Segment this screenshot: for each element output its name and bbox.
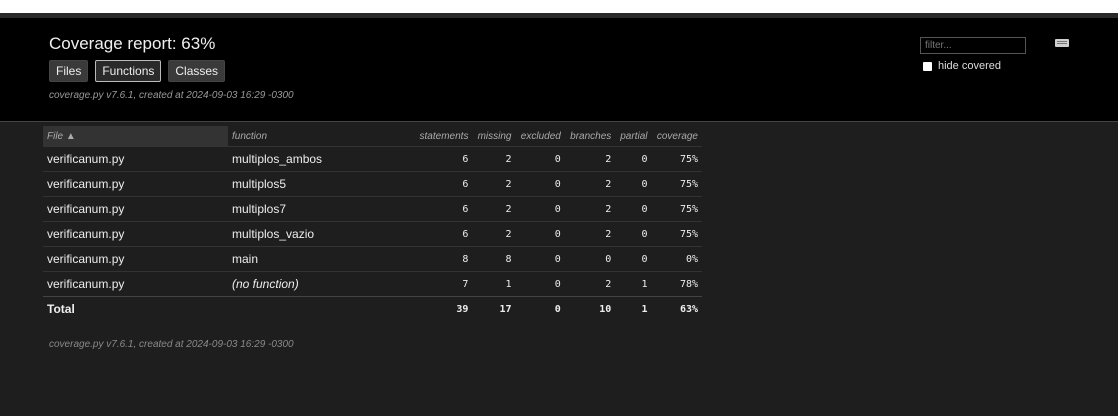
coverage-cell: 75% (651, 196, 702, 222)
table-row: verificanum.py multiplos7 6 2 0 2 0 75% (43, 196, 702, 222)
classes-button[interactable]: Classes (168, 60, 226, 82)
total-row: Total 39 17 0 10 1 63% (43, 296, 702, 321)
branches-cell: 2 (564, 146, 616, 172)
total-coverage: 63% (651, 296, 702, 321)
excluded-cell: 0 (515, 196, 565, 222)
column-coverage[interactable]: coverage (651, 126, 702, 147)
functions-button[interactable]: Functions (95, 60, 162, 82)
missing-cell: 2 (472, 196, 516, 222)
column-function[interactable]: function (228, 126, 414, 147)
function-link[interactable]: multiplos7 (228, 196, 414, 222)
coverage-cell: 75% (651, 146, 702, 172)
hide-covered-checkbox[interactable] (923, 61, 932, 71)
total-missing: 17 (472, 296, 516, 321)
file-link[interactable]: verificanum.py (43, 146, 228, 172)
file-link[interactable]: verificanum.py (43, 171, 228, 197)
column-partial[interactable]: partial (615, 126, 651, 147)
missing-cell: 2 (472, 146, 516, 172)
excluded-cell: 0 (515, 271, 565, 297)
partial-cell: 0 (615, 146, 652, 172)
partial-cell: 0 (615, 196, 652, 222)
total-excluded: 0 (515, 296, 565, 321)
function-link[interactable]: multiplos_vazio (228, 221, 414, 247)
file-link[interactable]: verificanum.py (43, 246, 228, 272)
statements-cell: 7 (414, 271, 473, 297)
table-header-row: File ▲ function statements missing exclu… (43, 126, 702, 147)
hide-covered-label: hide covered (938, 60, 1001, 72)
file-link[interactable]: verificanum.py (43, 221, 228, 247)
column-branches[interactable]: branches (565, 126, 615, 147)
missing-cell: 2 (472, 171, 516, 197)
report-header: Coverage report: 63% Files Functions Cla… (0, 18, 1118, 122)
page: Coverage report: 63% Files Functions Cla… (0, 13, 1118, 416)
total-statements: 39 (414, 296, 473, 321)
excluded-cell: 0 (515, 171, 565, 197)
table-row: verificanum.py multiplos_ambos 6 2 0 2 0… (43, 146, 702, 172)
function-link[interactable]: (no function) (228, 271, 414, 297)
view-switcher: Files Functions Classes (49, 60, 226, 82)
excluded-cell: 0 (515, 246, 565, 272)
branches-cell: 2 (564, 221, 616, 247)
footer-created-info: coverage.py v7.6.1, created at 2024-09-0… (49, 339, 294, 350)
column-excluded[interactable]: excluded (515, 126, 564, 147)
total-label: Total (43, 296, 228, 321)
statements-cell: 6 (414, 146, 473, 172)
table-row: verificanum.py main 8 8 0 0 0 0% (43, 246, 702, 272)
branches-cell: 0 (564, 246, 616, 272)
missing-cell: 1 (472, 271, 516, 297)
total-partial: 1 (615, 296, 652, 321)
missing-cell: 8 (472, 246, 516, 272)
partial-cell: 0 (615, 246, 652, 272)
hide-covered-toggle[interactable]: hide covered (923, 60, 1001, 72)
branches-cell: 2 (564, 196, 616, 222)
partial-cell: 1 (615, 271, 652, 297)
function-link[interactable]: multiplos_ambos (228, 146, 414, 172)
file-link[interactable]: verificanum.py (43, 196, 228, 222)
column-missing[interactable]: missing (472, 126, 515, 147)
keyboard-icon[interactable] (1055, 39, 1069, 47)
table-row: verificanum.py multiplos5 6 2 0 2 0 75% (43, 171, 702, 197)
statements-cell: 6 (414, 196, 473, 222)
table-row: verificanum.py (no function) 7 1 0 2 1 7… (43, 271, 702, 297)
table-row: verificanum.py multiplos_vazio 6 2 0 2 0… (43, 221, 702, 247)
files-button[interactable]: Files (49, 60, 89, 82)
function-link[interactable]: multiplos5 (228, 171, 414, 197)
coverage-cell: 0% (651, 246, 702, 272)
coverage-cell: 78% (651, 271, 702, 297)
file-link[interactable]: verificanum.py (43, 271, 228, 297)
partial-cell: 0 (615, 171, 652, 197)
column-statements[interactable]: statements (414, 126, 472, 147)
statements-cell: 8 (414, 246, 473, 272)
excluded-cell: 0 (515, 221, 565, 247)
coverage-table: File ▲ function statements missing exclu… (43, 126, 702, 321)
column-file[interactable]: File ▲ (43, 126, 228, 147)
created-info: coverage.py v7.6.1, created at 2024-09-0… (49, 90, 294, 101)
missing-cell: 2 (472, 221, 516, 247)
branches-cell: 2 (564, 171, 616, 197)
filter-input[interactable] (920, 37, 1026, 54)
coverage-cell: 75% (651, 171, 702, 197)
page-title: Coverage report: 63% (49, 34, 216, 53)
total-branches: 10 (564, 296, 616, 321)
statements-cell: 6 (414, 221, 473, 247)
coverage-cell: 75% (651, 221, 702, 247)
total-function-cell (228, 296, 414, 321)
partial-cell: 0 (615, 221, 652, 247)
function-link[interactable]: main (228, 246, 414, 272)
branches-cell: 2 (564, 271, 616, 297)
excluded-cell: 0 (515, 146, 565, 172)
statements-cell: 6 (414, 171, 473, 197)
